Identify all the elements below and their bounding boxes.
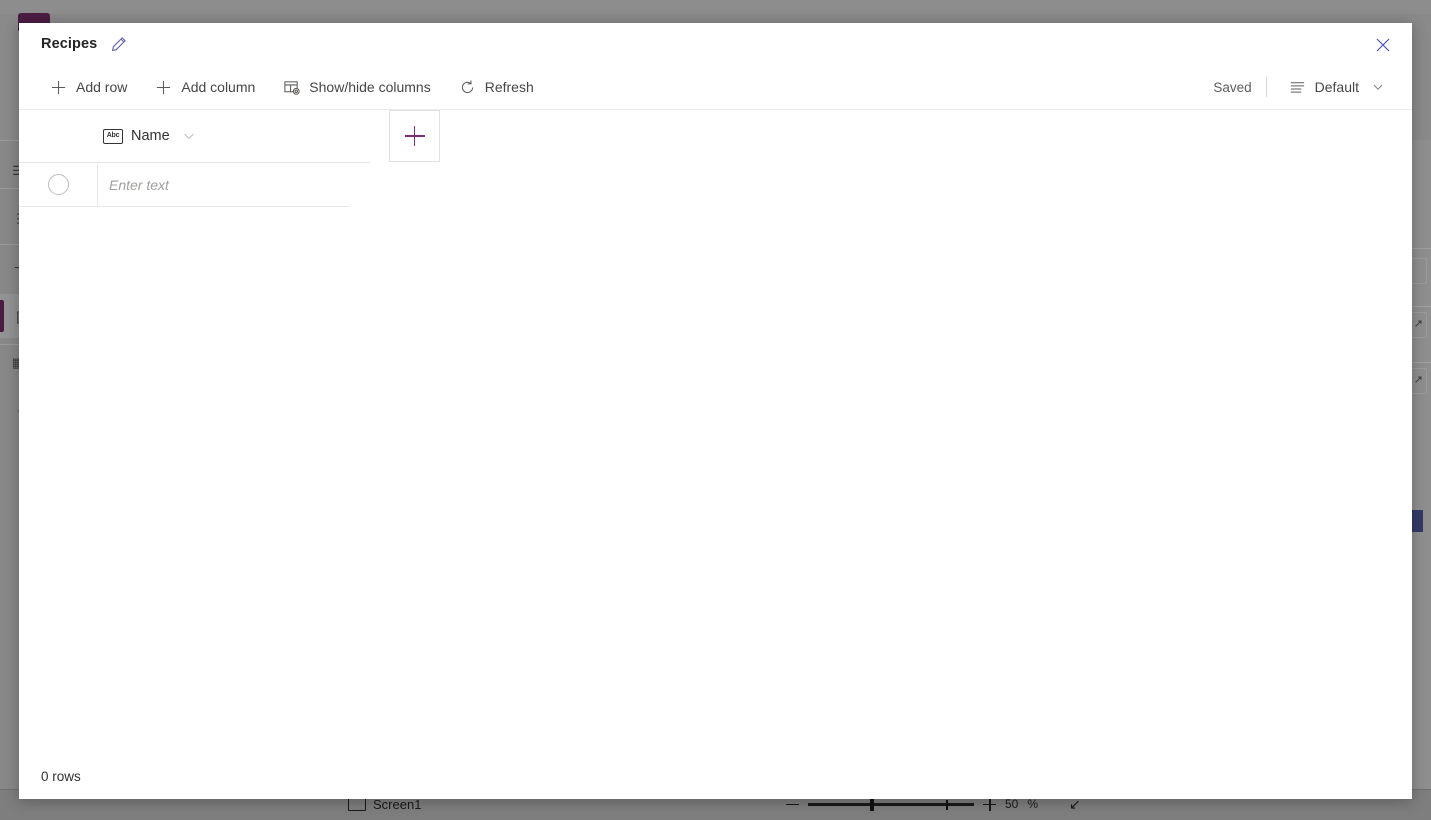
- abc-text-icon: Abc: [103, 128, 123, 144]
- zoom-value: 50: [1005, 797, 1019, 811]
- screen-label: Screen1: [373, 797, 422, 812]
- add-column-button[interactable]: Add column: [144, 73, 266, 102]
- chevron-icon: ↗: [1413, 374, 1423, 386]
- sidebar-active-indicator: [0, 300, 4, 332]
- grid-column-header-name[interactable]: Abc Name: [97, 110, 370, 162]
- panel-color-swatch[interactable]: [1411, 510, 1423, 532]
- dialog-header: Recipes: [19, 23, 1412, 65]
- new-row-name-input[interactable]: [107, 175, 350, 194]
- row-cell-name[interactable]: [98, 163, 350, 206]
- refresh-icon: [459, 79, 476, 96]
- plus-icon: [404, 126, 425, 146]
- chevron-icon: ↗: [1413, 318, 1423, 330]
- zoom-slider[interactable]: [808, 798, 974, 811]
- dialog-title: Recipes: [41, 36, 98, 52]
- save-status: Saved: [1213, 79, 1252, 95]
- show-hide-columns-label: Show/hide columns: [309, 79, 431, 95]
- add-row-button[interactable]: Add row: [39, 73, 138, 102]
- column-name-label: Name: [131, 128, 170, 144]
- grid-header-row: Abc Name: [19, 110, 370, 163]
- show-hide-columns-button[interactable]: Show/hide columns: [272, 73, 441, 102]
- close-icon[interactable]: [1370, 32, 1396, 58]
- zoom-slider-thumb[interactable]: [870, 798, 874, 811]
- toolbar-divider: [1265, 77, 1267, 97]
- refresh-button[interactable]: Refresh: [448, 73, 545, 102]
- add-column-label: Add column: [181, 79, 256, 95]
- view-selector[interactable]: Default: [1281, 73, 1392, 102]
- zoom-unit: %: [1027, 797, 1039, 811]
- add-row-label: Add row: [76, 79, 128, 95]
- zoom-out-icon[interactable]: [786, 798, 799, 811]
- plus-icon: [50, 79, 67, 96]
- refresh-label: Refresh: [484, 79, 534, 95]
- row-select-cell[interactable]: [19, 163, 98, 206]
- screen-icon: [348, 798, 366, 811]
- zoom-in-icon[interactable]: [983, 797, 996, 811]
- recipes-table-dialog: Recipes Add row Add column Show/hide col…: [19, 23, 1412, 799]
- dialog-toolbar: Add row Add column Show/hide columns Ref…: [19, 65, 1412, 110]
- zoom-controls: 50 % ↙: [786, 797, 1083, 811]
- list-view-icon: [1289, 79, 1306, 96]
- app-root: ☰ ⋮ ⎯ [ ▦ ⋅ ↗ ↗ Screen1 50 % ↙ Recipes A…: [0, 0, 1431, 820]
- plus-icon: [155, 79, 172, 96]
- zoom-slider-tick: [946, 799, 948, 810]
- fit-to-screen-icon[interactable]: ↙: [1069, 797, 1083, 811]
- pencil-icon[interactable]: [111, 36, 127, 52]
- data-grid: Abc Name: [19, 110, 1412, 753]
- screen-selector[interactable]: Screen1: [348, 797, 421, 812]
- radio-circle-icon[interactable]: [47, 174, 69, 195]
- columns-settings-icon: [283, 79, 300, 96]
- chevron-down-icon[interactable]: [182, 129, 196, 143]
- row-count-label: 0 rows: [41, 768, 81, 784]
- view-name-label: Default: [1314, 79, 1359, 95]
- background-top-bar: [0, 0, 1431, 14]
- add-column-grid-button[interactable]: [389, 110, 440, 162]
- grid-header-select-cell: [19, 110, 97, 162]
- grid-new-row: [19, 163, 350, 207]
- dialog-footer: 0 rows: [19, 753, 1412, 799]
- chevron-down-icon: [1372, 81, 1384, 93]
